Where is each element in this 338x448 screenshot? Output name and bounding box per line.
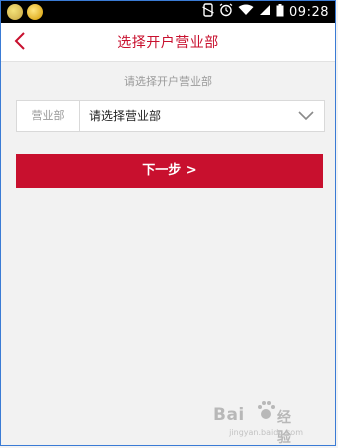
baidu-watermark: Bai 经验 jingyan.baidu.com — [213, 399, 305, 445]
instruction-text: 请选择开户营业部 — [124, 75, 212, 88]
signal-icon — [259, 4, 271, 20]
branch-select-label: 营业部 — [17, 101, 80, 131]
status-bar-notifications — [7, 4, 43, 20]
watermark-text: Bai — [213, 405, 245, 425]
top-navigation-bar: 选择开户营业部 — [1, 23, 335, 62]
status-bar: 09:28 — [1, 1, 335, 23]
status-bar-system: 09:28 — [202, 3, 329, 21]
rotate-icon — [202, 3, 214, 21]
branch-select-value: 请选择营业部 — [89, 109, 162, 123]
watermark-text-2: 经验 — [277, 410, 292, 446]
app-icon-notification — [27, 4, 43, 20]
watermark-url: jingyan.baidu.com — [229, 428, 303, 437]
chevron-down-icon — [298, 111, 314, 121]
branch-select[interactable]: 营业部 请选择营业部 — [16, 100, 325, 132]
paw-icon — [258, 401, 275, 419]
alarm-icon — [219, 3, 233, 21]
wifi-icon — [238, 4, 254, 20]
app-screen: 09:28 选择开户营业部 请选择开户营业部 营业部 请选择营业部 下一步 > … — [0, 0, 336, 446]
battery-icon — [276, 3, 284, 21]
app-icon-wechat — [7, 4, 23, 20]
status-time: 09:28 — [289, 4, 329, 20]
next-step-button[interactable]: 下一步 > — [16, 154, 323, 188]
page-title: 选择开户营业部 — [117, 35, 219, 51]
